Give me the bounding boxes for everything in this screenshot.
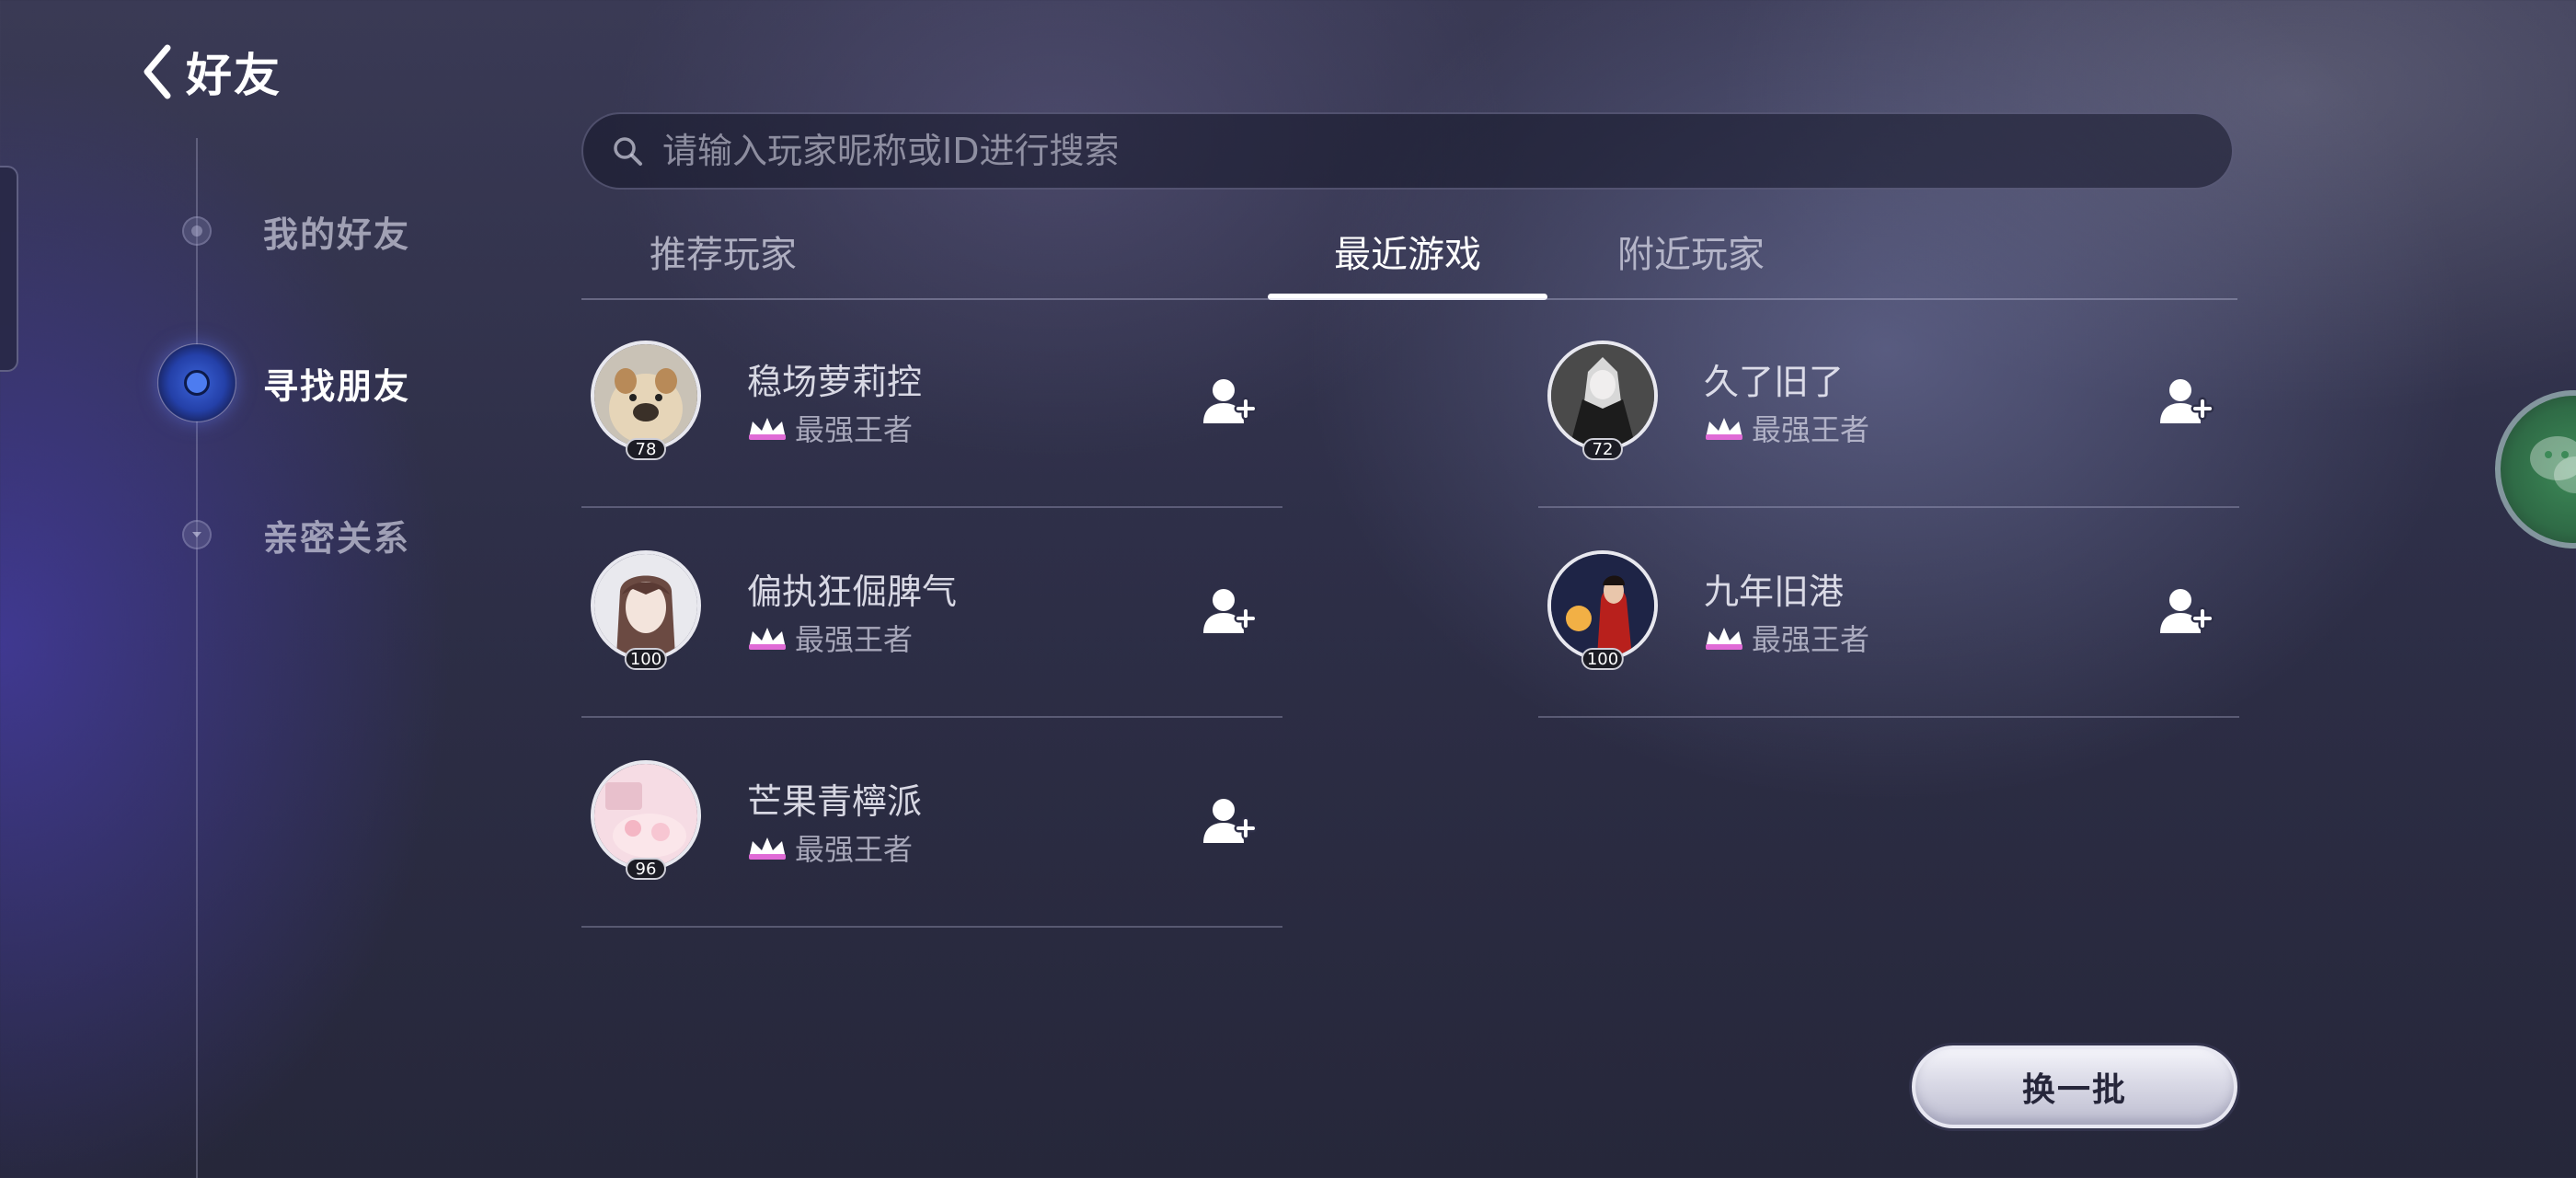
- rank-info: 最强王者: [747, 407, 913, 449]
- player-row: 100 九年旧港 最强王者: [1538, 508, 2239, 718]
- tab-bar: 推荐玩家 最近游戏 附近玩家: [581, 212, 2237, 300]
- nav-item-intimate-relations[interactable]: 亲密关系: [166, 498, 410, 572]
- rank-info: 最强王者: [747, 617, 913, 659]
- player-row: 96 芒果青檸派 最强王者: [581, 718, 1282, 928]
- add-friend-icon[interactable]: [1200, 793, 1259, 849]
- rank-info: 最强王者: [1704, 617, 1869, 659]
- nav-active-marker-icon: [157, 343, 236, 422]
- player-name: 偏执狂倔脾气: [747, 572, 958, 612]
- avatar[interactable]: 100: [1547, 550, 1658, 670]
- rank-text: 最强王者: [795, 832, 914, 867]
- character-avatar-image: [594, 554, 697, 657]
- avatar[interactable]: 78: [591, 341, 701, 460]
- tab-label: 推荐玩家: [650, 234, 797, 276]
- search-icon: [614, 137, 642, 166]
- player-name: 九年旧港: [1704, 572, 1845, 612]
- tab-nearby[interactable]: 附近玩家: [1551, 212, 1831, 300]
- search-input[interactable]: [661, 130, 2232, 172]
- tab-label: 附近玩家: [1617, 234, 1765, 276]
- crown-rank-icon: [1706, 418, 1742, 440]
- nav-label: 寻找朋友: [263, 365, 411, 407]
- player-name: 稳场萝莉控: [747, 362, 923, 402]
- crown-rank-icon: [749, 628, 786, 650]
- level-badge: 78: [626, 438, 666, 460]
- level-badge: 100: [624, 648, 668, 670]
- add-friend-icon[interactable]: [2156, 583, 2215, 639]
- level-badge: 100: [1581, 648, 1625, 670]
- character-avatar-image: [594, 764, 697, 867]
- tab-label: 最近游戏: [1334, 234, 1481, 276]
- tab-recommended[interactable]: 推荐玩家: [583, 212, 863, 300]
- crown-rank-icon: [1706, 628, 1742, 650]
- rank-info: 最强王者: [1704, 407, 1869, 449]
- nav-dot-chevron-icon: [166, 503, 228, 566]
- row-divider: [581, 926, 1282, 928]
- page-title: 好友: [186, 49, 282, 102]
- player-row: 78 稳场萝莉控 最强王者: [581, 298, 1282, 508]
- search-bar[interactable]: [581, 112, 2234, 190]
- avatar[interactable]: 72: [1547, 341, 1658, 460]
- avatar[interactable]: 96: [591, 760, 701, 880]
- nav-label: 我的好友: [263, 214, 411, 255]
- back-button[interactable]: 好友: [138, 35, 282, 109]
- add-friend-icon[interactable]: [1200, 583, 1259, 639]
- add-friend-icon[interactable]: [1200, 374, 1259, 429]
- nav-item-find-friends[interactable]: 寻找朋友: [157, 343, 411, 422]
- chat-icon: [2530, 436, 2576, 493]
- rank-text: 最强王者: [795, 622, 914, 657]
- avatar[interactable]: 100: [591, 550, 701, 670]
- character-avatar-image: [1551, 554, 1654, 657]
- add-friend-icon[interactable]: [2156, 374, 2215, 429]
- character-avatar-image: [1551, 344, 1654, 447]
- rank-text: 最强王者: [795, 412, 914, 447]
- crown-rank-icon: [749, 418, 786, 440]
- row-divider: [1538, 716, 2239, 718]
- player-name: 久了旧了: [1704, 362, 1845, 402]
- rank-text: 最强王者: [1752, 622, 1870, 657]
- player-row: 72 久了旧了 最强王者: [1538, 298, 2239, 508]
- level-badge: 96: [626, 858, 666, 880]
- nav-dot-icon: [166, 200, 228, 262]
- player-row: 100 偏执狂倔脾气 最强王者: [581, 508, 1282, 718]
- refresh-batch-button[interactable]: 换一批: [1912, 1045, 2237, 1128]
- player-name: 芒果青檸派: [747, 781, 923, 822]
- left-edge-tab[interactable]: [0, 166, 18, 372]
- level-badge: 72: [1582, 438, 1623, 460]
- nav-timeline: [196, 138, 198, 1178]
- chat-float-button[interactable]: [2495, 390, 2576, 549]
- dog-avatar-image: [594, 344, 697, 447]
- nav-label: 亲密关系: [263, 517, 411, 559]
- nav-item-my-friends[interactable]: 我的好友: [166, 194, 410, 268]
- tab-recent-games[interactable]: 最近游戏: [1268, 212, 1547, 300]
- rank-info: 最强王者: [747, 826, 913, 869]
- crown-rank-icon: [749, 837, 786, 860]
- rank-text: 最强王者: [1752, 412, 1870, 447]
- chevron-left-icon: [144, 44, 171, 99]
